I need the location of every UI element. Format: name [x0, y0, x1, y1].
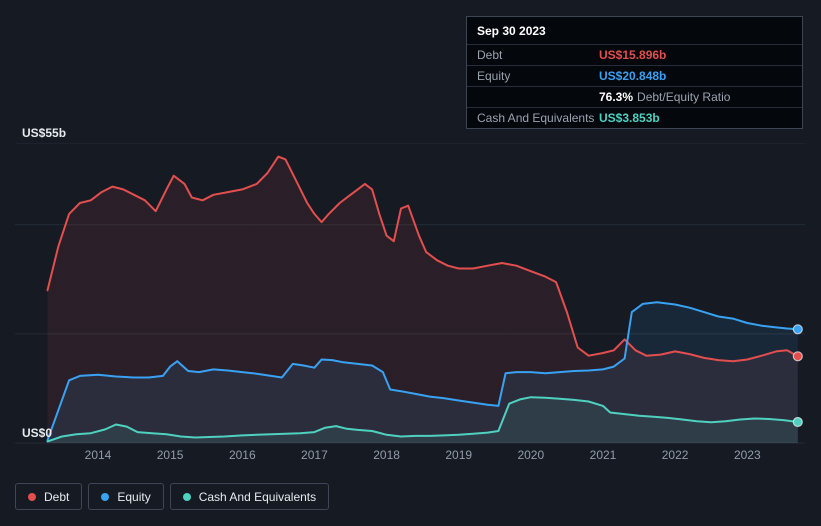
svg-text:2016: 2016: [229, 448, 256, 462]
equity-color-dot: [101, 492, 110, 501]
svg-text:2021: 2021: [590, 448, 617, 462]
svg-text:2017: 2017: [301, 448, 328, 462]
svg-text:2018: 2018: [373, 448, 400, 462]
tooltip-row-equity: Equity US$20.848b: [467, 66, 802, 87]
equity-value: US$20.848b: [599, 69, 667, 83]
legend-label-cash: Cash And Equivalents: [198, 489, 317, 504]
chart-legend: Debt Equity Cash And Equivalents: [15, 483, 330, 510]
cash-value: US$3.853b: [599, 111, 660, 125]
svg-text:2019: 2019: [445, 448, 472, 462]
svg-text:2023: 2023: [734, 448, 761, 462]
legend-item-equity[interactable]: Equity: [88, 483, 164, 510]
cash-label: Cash And Equivalents: [477, 111, 595, 125]
legend-label-debt: Debt: [44, 489, 70, 504]
svg-text:2015: 2015: [157, 448, 184, 462]
ratio-caption: Debt/Equity Ratio: [637, 90, 731, 104]
tooltip-row-debt: Debt US$15.896b: [467, 45, 802, 66]
svg-text:2020: 2020: [517, 448, 544, 462]
tooltip-row-cash: Cash And Equivalents US$3.853b: [467, 108, 802, 128]
legend-label-equity: Equity: [117, 489, 151, 504]
debt-label: Debt: [477, 48, 503, 62]
svg-text:2022: 2022: [662, 448, 689, 462]
legend-item-debt[interactable]: Debt: [15, 483, 83, 510]
svg-text:2014: 2014: [85, 448, 112, 462]
chart-tooltip: Sep 30 2023 Debt US$15.896b Equity US$20…: [466, 16, 803, 129]
legend-item-cash[interactable]: Cash And Equivalents: [169, 483, 330, 510]
y-axis-label-zero: US$0: [22, 426, 53, 440]
cash-color-dot: [182, 492, 191, 501]
tooltip-row-ratio: 76.3% Debt/Equity Ratio: [467, 87, 802, 108]
equity-label: Equity: [477, 69, 511, 83]
tooltip-date: Sep 30 2023: [467, 17, 802, 45]
y-axis-label-max: US$55b: [22, 126, 67, 140]
ratio-value: 76.3% Debt/Equity Ratio: [599, 90, 730, 104]
debt-value: US$15.896b: [599, 48, 667, 62]
debt-equity-area-chart[interactable]: 2014 2015 2016 2017 2018 2019 2020 2021 2022 2023: [15, 143, 805, 465]
ratio-percent: 76.3%: [599, 90, 634, 104]
debt-color-dot: [28, 492, 36, 501]
debt-equity-history-chart: Sep 30 2023 Debt US$15.896b Equity US$20…: [0, 0, 821, 526]
